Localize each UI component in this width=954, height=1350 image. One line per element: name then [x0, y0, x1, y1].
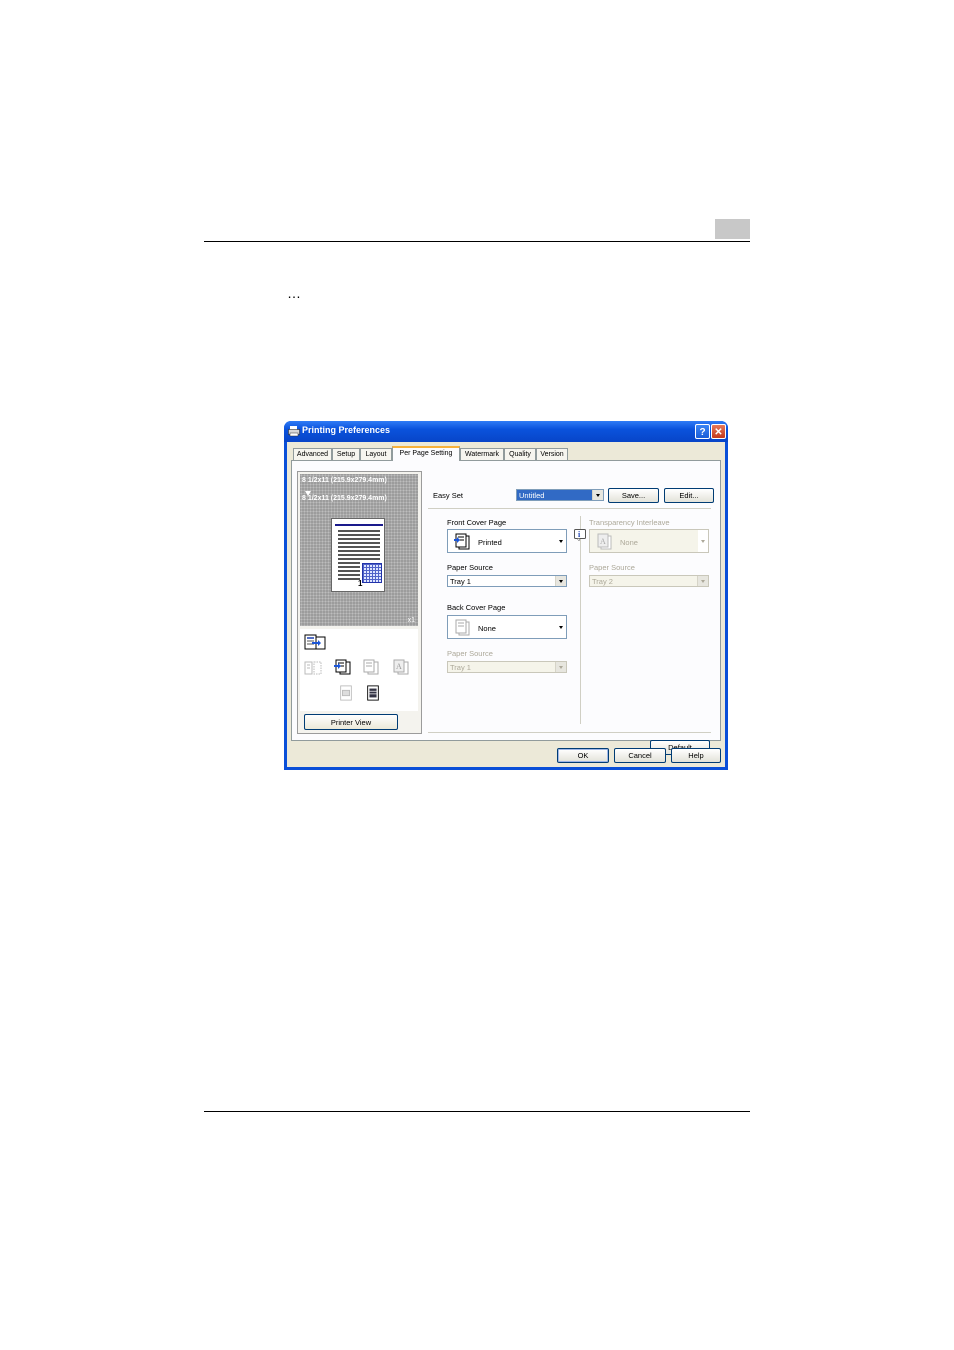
tab-advanced[interactable]: Advanced [293, 448, 332, 460]
chevron-down-icon [697, 576, 708, 586]
printer-icon [288, 426, 300, 437]
easy-set-select[interactable]: Untitled [516, 489, 604, 501]
tab-version[interactable]: Version [536, 448, 568, 460]
printing-preferences-dialog: Printing Preferences ? ✕ Advanced Setup … [284, 421, 728, 770]
tab-watermark[interactable]: Watermark [460, 448, 504, 460]
output-paper-size: 8 1/2x11 (215.9x279.4mm) [302, 495, 387, 502]
front-cover-select[interactable]: Printed [447, 529, 567, 553]
transparency-paper-source-select[interactable]: Tray 2 [589, 575, 709, 587]
divider [428, 508, 711, 509]
original-paper-size: 8 1/2x11 (215.9x279.4mm) [302, 477, 387, 484]
dialog-client-area: Advanced Setup Layout Per Page Setting W… [287, 442, 725, 767]
chapter-number-box [715, 219, 750, 239]
insert-page-icon[interactable] [304, 660, 322, 676]
back-cover-value: None [478, 624, 496, 633]
svg-text:A: A [600, 537, 606, 546]
tab-per-page-setting[interactable]: Per Page Setting [392, 446, 460, 461]
chevron-down-icon [592, 490, 603, 500]
chevron-down-icon [698, 530, 708, 552]
header-rule [204, 241, 750, 242]
back-cover-icon [455, 619, 470, 636]
transparency-icon: A [597, 533, 612, 550]
transparency-select[interactable]: A None [589, 529, 709, 553]
per-page-setting-icon [304, 634, 326, 650]
preview-page: 1 [331, 518, 385, 592]
scale-page-icon[interactable] [337, 685, 355, 701]
chevron-down-icon [555, 662, 566, 672]
dialog-title: Printing Preferences [302, 425, 391, 435]
transparency-paper-source-value: Tray 2 [592, 577, 613, 586]
column-divider [580, 516, 581, 724]
title-help-button[interactable]: ? [695, 424, 710, 439]
info-icon: i [574, 529, 586, 541]
back-cover-select[interactable]: None [447, 615, 567, 639]
front-cover-label: Front Cover Page [447, 518, 507, 527]
front-cover-icon [454, 533, 470, 550]
page-preview: 8 1/2x11 (215.9x279.4mm) 8 1/2x11 (215.9… [300, 474, 418, 626]
ok-button[interactable]: OK [557, 748, 609, 763]
transparency-paper-source-label: Paper Source [589, 563, 635, 572]
thumbnail-page-icon [362, 563, 382, 583]
save-button[interactable]: Save... [608, 488, 659, 503]
page-setting-icons: A [300, 629, 418, 711]
help-button[interactable]: Help [671, 748, 721, 763]
cover-page-icon[interactable] [334, 659, 352, 675]
title-close-button[interactable]: ✕ [711, 424, 726, 439]
front-paper-source-label: Paper Source [447, 563, 493, 572]
front-cover-value: Printed [478, 538, 502, 547]
easy-set-label: Easy Set [433, 491, 464, 500]
easy-set-value: Untitled [519, 491, 545, 500]
transparency-icon[interactable]: A [392, 659, 410, 675]
cancel-button[interactable]: Cancel [614, 748, 666, 763]
chevron-down-icon [556, 530, 566, 552]
tab-setup[interactable]: Setup [332, 448, 360, 460]
svg-text:A: A [396, 662, 402, 671]
back-paper-source-value: Tray 1 [450, 663, 471, 672]
title-bar[interactable]: Printing Preferences ? ✕ [284, 421, 728, 442]
continuation-ellipsis: … [287, 285, 302, 301]
overlay-page-icon[interactable] [364, 685, 382, 701]
divider [428, 732, 711, 733]
transparency-interleave-label: Transparency Interleave [589, 518, 670, 527]
chevron-down-icon [555, 576, 566, 586]
tab-layout[interactable]: Layout [360, 448, 392, 460]
copies-indicator: x1 [407, 617, 415, 624]
back-paper-source-label: Paper Source [447, 649, 493, 658]
chapter-icon[interactable] [362, 659, 380, 675]
front-paper-source-select[interactable]: Tray 1 [447, 575, 567, 587]
chevron-down-icon [556, 616, 566, 638]
front-paper-source-value: Tray 1 [450, 577, 471, 586]
transparency-value: None [620, 538, 638, 547]
tab-quality[interactable]: Quality [504, 448, 536, 460]
preview-page-number: 1 [358, 579, 363, 588]
back-cover-label: Back Cover Page [447, 603, 506, 612]
back-paper-source-select[interactable]: Tray 1 [447, 661, 567, 673]
printer-view-button[interactable]: Printer View [304, 714, 398, 730]
footer-rule [204, 1111, 750, 1112]
edit-button[interactable]: Edit... [664, 488, 714, 503]
